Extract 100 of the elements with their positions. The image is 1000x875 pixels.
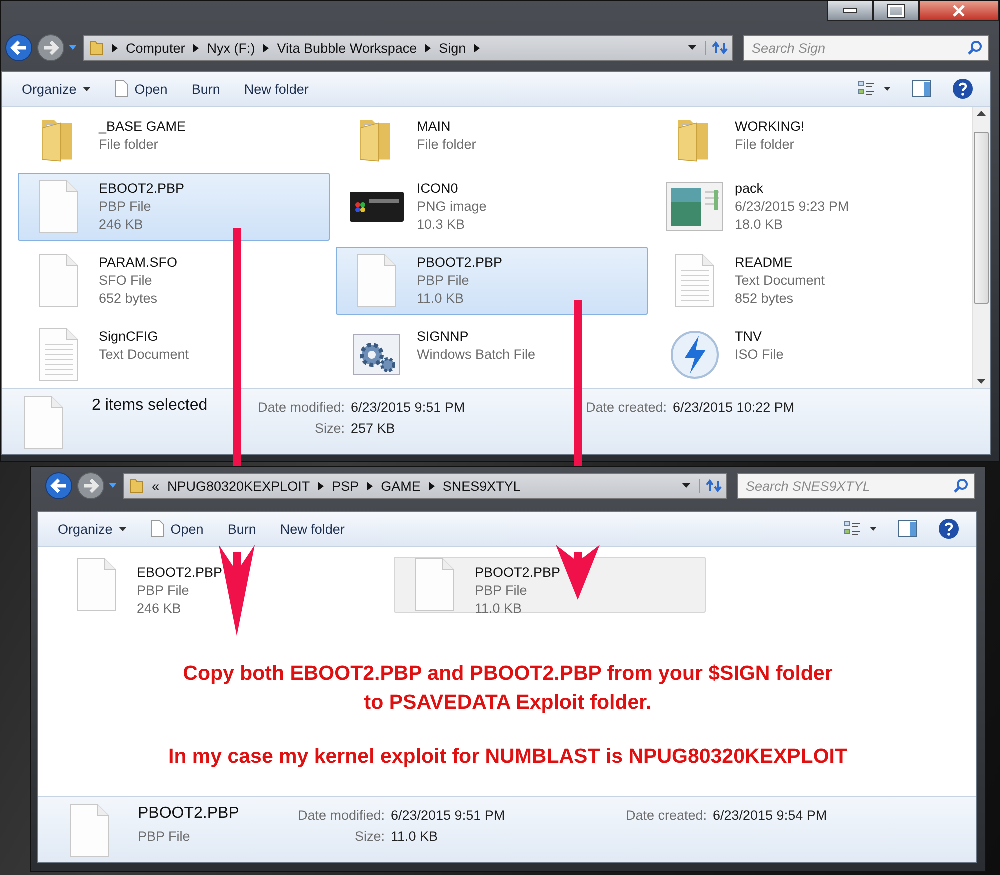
file-detail: Windows Batch File [417, 347, 536, 362]
toolbar-button[interactable]: New folder [234, 78, 319, 100]
file-icon [75, 557, 119, 613]
minimize-button[interactable] [827, 1, 873, 21]
breadcrumb[interactable]: Sign [439, 40, 466, 56]
chevron-icon[interactable] [367, 482, 374, 490]
breadcrumb[interactable]: Computer [126, 40, 186, 56]
scroll-down-icon[interactable] [977, 379, 986, 384]
search-icon [967, 40, 983, 56]
toolbar-button[interactable]: Open [104, 76, 178, 102]
overflow-chevron[interactable]: « [152, 478, 160, 494]
chevron-icon[interactable] [193, 44, 200, 52]
file-detail: PBP File [417, 273, 470, 288]
file-type: PBP File [138, 829, 192, 844]
refresh-button[interactable] [699, 479, 722, 493]
file-item[interactable]: WORKING! File folder [654, 111, 966, 167]
forward-button[interactable] [37, 34, 65, 62]
file-item[interactable]: PBOOT2.PBP PBP File 11.0 KB [394, 557, 706, 613]
chevron-icon[interactable] [474, 44, 480, 52]
search-field[interactable]: Search Sign [743, 35, 989, 61]
file-detail: SFO File [99, 273, 154, 288]
file-icon [114, 80, 129, 98]
breadcrumb[interactable]: PSP [332, 478, 360, 494]
search-icon [953, 478, 969, 494]
detail-value: 6/23/2015 9:54 PM [713, 808, 828, 823]
toolbar-button[interactable]: Burn [182, 78, 230, 100]
file-item[interactable]: ICON0 PNG image 10.3 KB [336, 173, 648, 241]
breadcrumb[interactable]: Nyx (F:) [207, 40, 256, 56]
file-item[interactable]: pack 6/23/2015 9:23 PM 18.0 KB [654, 173, 966, 241]
file-detail: Text Document [99, 347, 190, 362]
breadcrumb[interactable]: SNES9XTYL [442, 478, 521, 494]
file-icon [68, 803, 112, 859]
file-icon [413, 557, 457, 613]
scrollbar[interactable] [972, 107, 990, 388]
chevron-icon[interactable] [263, 44, 270, 52]
selection-title: PBOOT2.PBP [138, 805, 240, 823]
selection-title: 2 items selected [92, 397, 209, 415]
file-icon [22, 395, 66, 451]
toolbar-button[interactable]: Burn [218, 518, 266, 540]
menu-button[interactable]: Organize [48, 518, 137, 540]
chevron-icon[interactable] [428, 482, 435, 490]
file-icon [355, 253, 399, 309]
folder-icon [130, 478, 144, 494]
breadcrumb[interactable]: NPUG80320KEXPLOIT [168, 478, 310, 494]
back-button[interactable] [5, 34, 33, 62]
file-detail: File folder [417, 137, 476, 152]
text-document-icon [37, 327, 81, 383]
chevron-icon[interactable] [112, 44, 118, 52]
caret-icon [118, 526, 127, 532]
file-detail: 852 bytes [735, 291, 795, 306]
breadcrumb[interactable]: Vita Bubble Workspace [277, 40, 418, 56]
file-detail: Text Document [735, 273, 826, 288]
file-item[interactable]: PARAM.SFO SFO File 652 bytes [18, 247, 330, 315]
file-item[interactable]: PBOOT2.PBP PBP File 11.0 KB [336, 247, 648, 315]
close-button[interactable] [919, 1, 999, 21]
file-item[interactable]: _BASE GAME File folder [18, 111, 330, 167]
gear-icon [352, 333, 402, 377]
forward-button[interactable] [77, 472, 105, 500]
back-button[interactable] [45, 472, 73, 500]
file-item[interactable]: EBOOT2.PBP PBP File 246 KB [56, 557, 368, 613]
file-detail: 10.3 KB [417, 217, 466, 232]
file-detail: File folder [99, 137, 160, 152]
dropdown-icon[interactable] [688, 45, 697, 51]
chevron-icon[interactable] [425, 44, 432, 52]
file-detail: File folder [735, 137, 796, 152]
file-detail: 11.0 KB [475, 601, 524, 616]
file-detail: 18.0 KB [735, 217, 784, 232]
scroll-up-icon[interactable] [977, 111, 986, 116]
file-name: PBOOT2.PBP [475, 565, 561, 580]
refresh-button[interactable] [705, 41, 728, 55]
file-item[interactable]: SIGNNP Windows Batch File [336, 321, 648, 388]
file-detail: ISO File [735, 347, 784, 362]
file-item[interactable]: EBOOT2.PBP PBP File 246 KB [18, 173, 330, 241]
file-icon [150, 520, 165, 538]
file-item[interactable]: README Text Document 852 bytes [654, 247, 966, 315]
annotation-text: to PSAVEDATA Exploit folder. [364, 690, 652, 716]
menu-button[interactable]: Organize [12, 78, 101, 100]
file-item[interactable]: SignCFIG Text Document [18, 321, 330, 388]
file-name: EBOOT2.PBP [137, 565, 223, 580]
chevron-icon[interactable] [318, 482, 324, 490]
toolbar-button[interactable]: Open [140, 516, 214, 542]
detail-value: 257 KB [351, 421, 396, 436]
file-name: PARAM.SFO [99, 255, 178, 270]
file-name: _BASE GAME [99, 119, 186, 134]
file-item[interactable]: TNV ISO File [654, 321, 966, 388]
dropdown-icon[interactable] [682, 483, 691, 489]
address-bar[interactable]: « NPUG80320KEXPLOIT PSP GAME SNES9XTYL [123, 473, 727, 499]
detail-value: 6/23/2015 10:22 PM [673, 400, 795, 415]
lightning-disc-icon [670, 330, 720, 380]
file-name: MAIN [417, 119, 452, 134]
file-name: ICON0 [417, 181, 460, 196]
toolbar-button[interactable]: New folder [270, 518, 355, 540]
search-field[interactable]: Search SNES9XTYL [737, 473, 975, 499]
file-name: TNV [735, 329, 763, 344]
address-bar[interactable]: Computer Nyx (F:) Vita Bubble Workspace Sign [83, 35, 733, 61]
breadcrumb[interactable]: GAME [381, 478, 421, 494]
folder-icon [90, 40, 104, 56]
file-item[interactable]: MAIN File folder [336, 111, 648, 167]
text-document-icon [673, 253, 717, 309]
maximize-button[interactable] [873, 1, 919, 21]
